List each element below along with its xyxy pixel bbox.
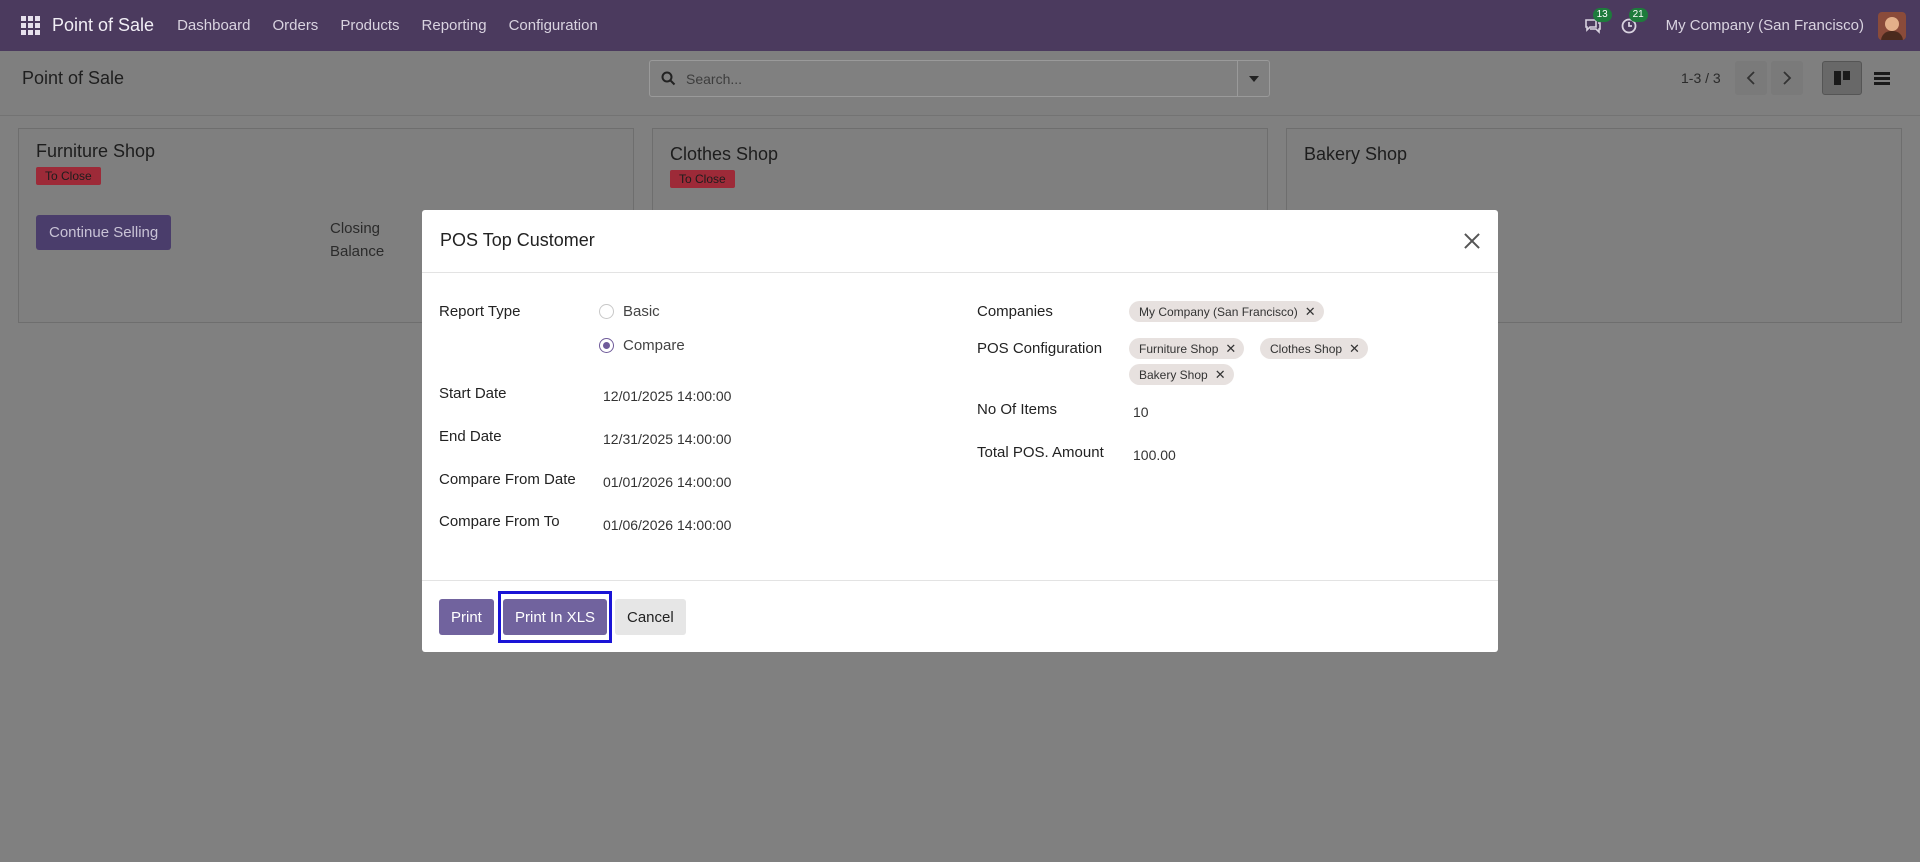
dialog-header: POS Top Customer (422, 210, 1498, 273)
messages-icon[interactable]: 13 (1582, 7, 1612, 37)
print-button[interactable]: Print (439, 599, 494, 635)
status-badge: To Close (36, 167, 101, 185)
search-bar (649, 60, 1270, 97)
card-title[interactable]: Furniture Shop (36, 141, 155, 162)
dialog-title: POS Top Customer (440, 230, 595, 250)
radio-basic-circle[interactable] (599, 304, 614, 319)
list-view-button[interactable] (1862, 61, 1902, 95)
list-icon (1874, 71, 1890, 85)
no-items-field[interactable]: 10 (1133, 404, 1149, 420)
search-icon (650, 71, 686, 86)
activities-icon[interactable]: 21 (1618, 7, 1648, 37)
pos-config-tag: Bakery Shop ✕ (1129, 364, 1234, 385)
radio-compare-label: Compare (623, 337, 685, 354)
total-amount-label: Total POS. Amount (977, 444, 1104, 461)
closing-label-line2: Balance (330, 243, 385, 260)
dialog-footer: Print Print In XLS Cancel (422, 580, 1498, 652)
no-items-label: No Of Items (977, 401, 1058, 418)
pos-config-tag-label: Bakery Shop (1139, 367, 1208, 382)
pos-config-label: POS Configuration (977, 340, 1103, 357)
compare-from-field[interactable]: 01/01/2026 14:00:00 (603, 474, 731, 490)
menu-configuration[interactable]: Configuration (498, 17, 609, 34)
chevron-left-icon (1746, 71, 1755, 85)
start-date-label: Start Date (439, 385, 507, 402)
total-amount-field[interactable]: 100.00 (1133, 447, 1176, 463)
pager-value[interactable]: 1-3 / 3 (1681, 70, 1721, 86)
start-date-field[interactable]: 12/01/2025 14:00:00 (603, 388, 731, 404)
status-badge: To Close (670, 170, 735, 188)
pos-top-customer-dialog: POS Top Customer Report Type Basic Compa… (422, 210, 1498, 652)
kanban-view-button[interactable] (1822, 61, 1862, 95)
compare-to-label: Compare From To (439, 513, 560, 530)
end-date-field[interactable]: 12/31/2025 14:00:00 (603, 431, 731, 447)
menu-products[interactable]: Products (329, 17, 410, 34)
report-type-label: Report Type (439, 303, 521, 320)
control-panel: Point of Sale 1-3 / 3 (0, 51, 1920, 116)
pager-next-button[interactable] (1771, 61, 1803, 95)
menu-orders[interactable]: Orders (261, 17, 329, 34)
remove-tag-icon[interactable]: ✕ (1225, 341, 1236, 357)
app-name[interactable]: Point of Sale (52, 15, 154, 36)
company-tag-label: My Company (San Francisco) (1139, 304, 1298, 319)
closing-balance-label: Closing Balance (330, 217, 384, 263)
chevron-right-icon (1783, 71, 1792, 85)
search-options-toggle[interactable] (1237, 61, 1269, 96)
radio-compare[interactable]: Compare (599, 337, 685, 354)
pos-config-tag: Furniture Shop ✕ (1129, 338, 1245, 359)
pos-config-tag-label: Furniture Shop (1139, 341, 1219, 356)
close-icon[interactable] (1460, 229, 1484, 253)
top-navbar: Point of Sale Dashboard Orders Products … (0, 0, 1920, 51)
activities-badge: 21 (1628, 7, 1648, 22)
page-title: Point of Sale (22, 68, 125, 88)
remove-tag-icon[interactable]: ✕ (1349, 341, 1360, 357)
messages-badge: 13 (1592, 7, 1612, 22)
pos-config-tag: Clothes Shop ✕ (1260, 338, 1368, 359)
user-avatar[interactable] (1878, 11, 1906, 40)
remove-tag-icon[interactable]: ✕ (1215, 367, 1226, 383)
company-switcher[interactable]: My Company (San Francisco) (1666, 17, 1864, 34)
card-title[interactable]: Bakery Shop (1304, 144, 1407, 165)
cancel-button[interactable]: Cancel (615, 599, 686, 635)
card-title[interactable]: Clothes Shop (670, 144, 778, 165)
caret-down-icon (1248, 75, 1259, 82)
main-menu: Dashboard Orders Products Reporting Conf… (166, 17, 609, 34)
pager-previous-button[interactable] (1735, 61, 1767, 95)
navbar-systray: 13 21 My Company (San Francisco) (1582, 0, 1906, 51)
menu-reporting[interactable]: Reporting (411, 17, 498, 34)
companies-label: Companies (977, 303, 1053, 320)
pos-config-tag-label: Clothes Shop (1270, 341, 1343, 356)
focus-highlight (498, 591, 612, 643)
remove-tag-icon[interactable]: ✕ (1305, 304, 1316, 320)
menu-dashboard[interactable]: Dashboard (166, 17, 261, 34)
apps-menu-icon[interactable] (19, 15, 41, 37)
compare-from-label: Compare From Date (439, 471, 576, 488)
end-date-label: End Date (439, 428, 502, 445)
search-input[interactable] (686, 61, 1237, 96)
radio-basic-label: Basic (623, 303, 660, 320)
closing-label-line1: Closing (330, 220, 381, 237)
kanban-icon (1834, 71, 1850, 85)
radio-compare-circle[interactable] (599, 338, 614, 353)
compare-to-field[interactable]: 01/06/2026 14:00:00 (603, 517, 731, 533)
continue-selling-button[interactable]: Continue Selling (36, 215, 172, 250)
radio-basic[interactable]: Basic (599, 303, 660, 320)
company-tag: My Company (San Francisco) ✕ (1129, 301, 1324, 322)
